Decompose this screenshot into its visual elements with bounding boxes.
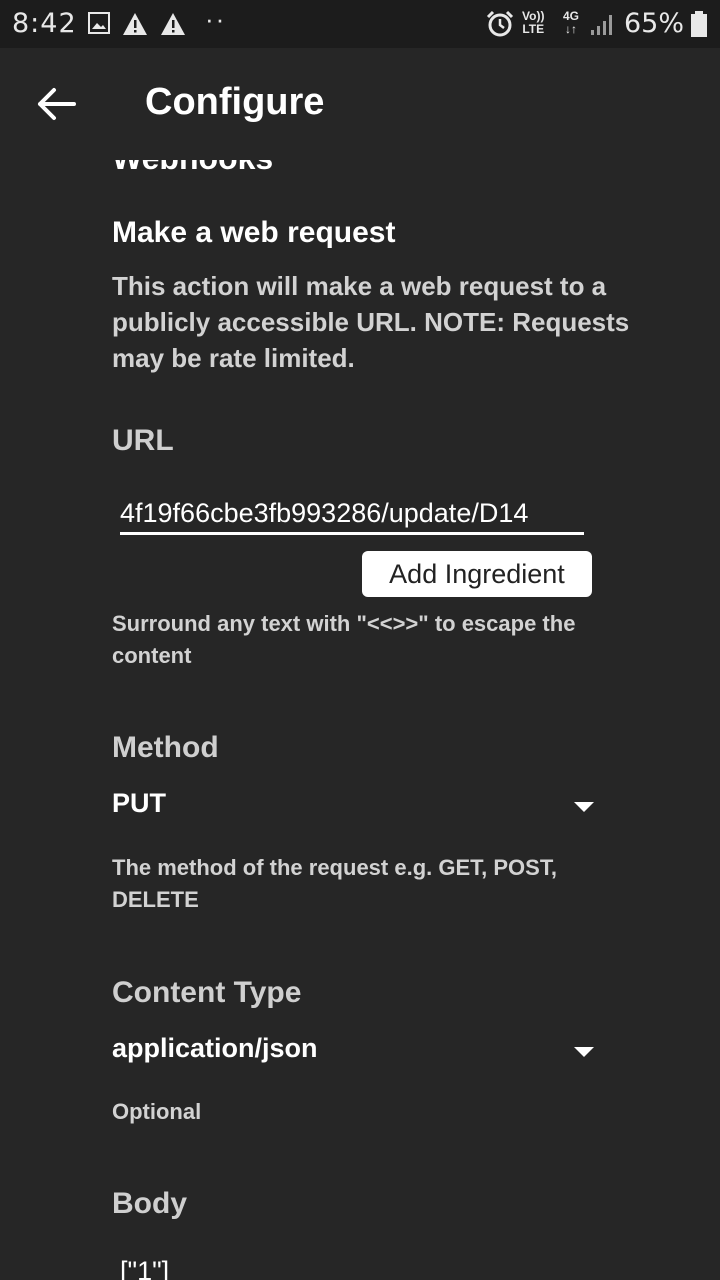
body-input[interactable]: ["1"]: [120, 1256, 169, 1280]
method-helper-text: The method of the request e.g. GET, POST…: [112, 855, 557, 912]
action-description: This action will make a web request to a…: [112, 271, 630, 373]
content-type-helper-text: Optional: [112, 1099, 202, 1124]
chevron-down-icon: [574, 1047, 594, 1057]
arrow-left-icon: [38, 88, 76, 120]
url-label: URL: [112, 424, 174, 457]
screen: 8:42 ·· Vo)) LTE 4G ↓↑ 65% Configure Mak…: [0, 0, 720, 1280]
body-label: Body: [112, 1187, 187, 1220]
page-title: Configure: [145, 81, 325, 123]
method-value: PUT: [112, 788, 166, 818]
method-label: Method: [112, 731, 219, 764]
back-button[interactable]: [34, 82, 78, 126]
url-input[interactable]: [120, 494, 584, 535]
configure-form[interactable]: Webhooks Make a web request This action …: [0, 0, 720, 1280]
content-type-label: Content Type: [112, 976, 302, 1009]
method-select[interactable]: PUT: [112, 788, 596, 828]
app-bar: Configure: [0, 48, 720, 160]
chevron-down-icon: [574, 802, 594, 812]
content-type-select[interactable]: application/json: [112, 1033, 596, 1073]
add-ingredient-button[interactable]: Add Ingredient: [362, 551, 592, 597]
action-title: Make a web request: [112, 216, 396, 249]
content-type-value: application/json: [112, 1033, 318, 1063]
url-helper-text: Surround any text with "<<>>" to escape …: [112, 611, 576, 668]
